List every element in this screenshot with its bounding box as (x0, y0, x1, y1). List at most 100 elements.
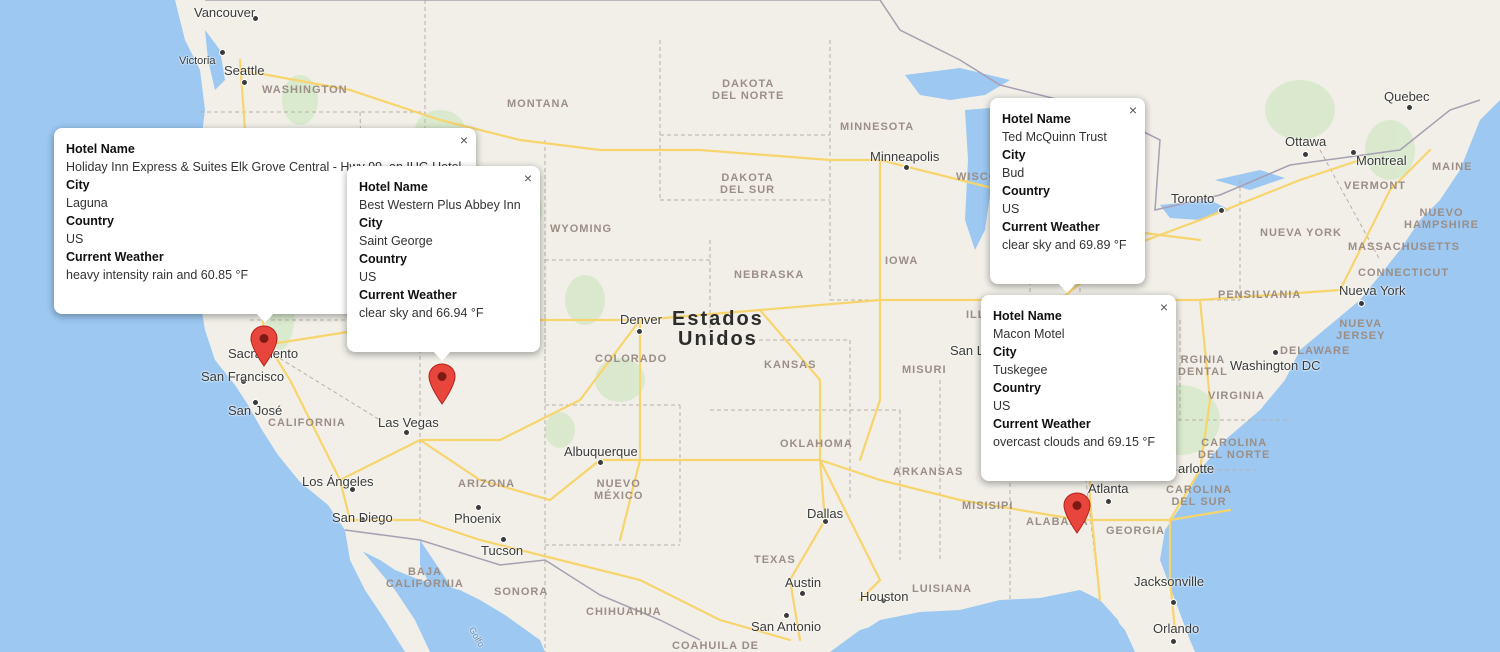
city-dot (636, 328, 643, 335)
country-label-line1: Estados (672, 308, 764, 330)
hotel-name-value: Macon Motel (993, 327, 1065, 341)
state-nuevo-mexico-l1: NUEVO (596, 478, 641, 490)
city-austin: Austin (785, 575, 822, 590)
hotel-name-label: Hotel Name (993, 309, 1062, 323)
hotel-name-value: Ted McQuinn Trust (1002, 130, 1107, 144)
city-victoria: Victoria (179, 55, 216, 67)
state-chihuahua: CHIHUAHUA (586, 606, 662, 618)
info-window: × Hotel Name Macon Motel City Tuskegee C… (981, 295, 1176, 481)
city-dot (1302, 151, 1309, 158)
map-marker-icon[interactable] (250, 325, 278, 367)
weather-value: overcast clouds and 69.15 °F (993, 435, 1156, 449)
state-maine: MAINE (1432, 161, 1473, 173)
state-minnesota: MINNESOTA (840, 121, 915, 133)
city-dot (597, 459, 604, 466)
country-value: US (359, 270, 377, 284)
state-washington: WASHINGTON (262, 84, 348, 96)
close-icon[interactable]: × (1129, 102, 1137, 118)
city-san-francisco: San Francisco (201, 369, 285, 384)
city-value: Saint George (359, 234, 433, 248)
state-dakota-del-norte: DAKOTA DEL NORTE (712, 78, 784, 102)
state-kansas: KANSAS (764, 359, 817, 371)
state-massachusetts: MASSACHUSETTS (1348, 241, 1461, 253)
city-san-diego: San Diego (332, 510, 393, 525)
hotel-name-label: Hotel Name (359, 180, 428, 194)
city-dot (403, 429, 410, 436)
city-dot (219, 49, 226, 56)
state-montana: MONTANA (507, 98, 570, 110)
city-dot (1105, 498, 1112, 505)
state-oklahoma: OKLAHOMA (780, 438, 853, 450)
map-marker-icon[interactable] (1063, 492, 1091, 534)
country-label: Country (1002, 184, 1050, 198)
city-label: City (359, 216, 383, 230)
city-montreal: Montreal (1356, 153, 1407, 168)
city-dot (1358, 300, 1365, 307)
state-wv-l2: DENTAL (1178, 366, 1228, 378)
close-icon[interactable]: × (524, 170, 532, 186)
close-icon[interactable]: × (460, 132, 468, 148)
city-dot (1406, 104, 1413, 111)
country-value: US (1002, 202, 1020, 216)
country-label: Country (359, 252, 407, 266)
state-nj-l1: NUEVA (1339, 318, 1383, 330)
state-baja-l2: CALIFORNIA (386, 578, 464, 590)
hotel-name-value: Best Western Plus Abbey Inn (359, 198, 521, 212)
hotel-name-label: Hotel Name (66, 142, 135, 156)
state-coahuila: COAHUILA DE (672, 640, 759, 652)
state-sonora: SONORA (494, 586, 549, 598)
city-san-jose: San José (228, 403, 283, 418)
state-nuevo-mexico-l2: MÉXICO (594, 490, 644, 502)
state-misuri: MISURI (902, 364, 947, 376)
state-dakota-norte-l1: DAKOTA (722, 78, 775, 90)
state-arizona: ARIZONA (458, 478, 516, 490)
info-window-tail (433, 351, 451, 361)
weather-value: clear sky and 66.94 °F (359, 306, 484, 320)
city-orlando: Orlando (1153, 621, 1200, 636)
state-wv-l1: RGINIA (1180, 354, 1226, 366)
info-window-tail (256, 313, 274, 323)
city-los-angeles: Los Ángeles (302, 474, 374, 489)
city-san-antonio: San Antonio (751, 619, 822, 634)
state-wyoming: WYOMING (550, 223, 612, 235)
state-colorado: COLORADO (595, 353, 668, 365)
state-nuevo-hampshire: NUEVO HAMPSHIRE (1404, 207, 1479, 231)
state-dakota-sur-l2: DEL SUR (720, 184, 776, 196)
info-window: × Hotel Name Best Western Plus Abbey Inn… (347, 166, 540, 352)
city-dot (241, 79, 248, 86)
weather-label: Current Weather (359, 288, 457, 302)
weather-label: Current Weather (993, 417, 1091, 431)
state-nc-l1: CAROLINA (1201, 437, 1268, 449)
state-dakota-sur-l1: DAKOTA (721, 172, 774, 184)
info-window-tail (1058, 283, 1076, 293)
state-pensilvania: PENSILVANIA (1218, 289, 1302, 301)
state-carolina-del-sur: CAROLINA DEL SUR (1166, 484, 1232, 508)
city-dot (500, 536, 507, 543)
state-vermont: VERMONT (1344, 180, 1406, 192)
state-iowa: IOWA (885, 255, 919, 267)
weather-value: clear sky and 69.89 °F (1002, 238, 1127, 252)
state-nc-l2: DEL NORTE (1198, 449, 1271, 461)
state-nueva-jersey: NUEVA JERSEY (1336, 318, 1385, 342)
state-georgia: GEORGIA (1106, 525, 1165, 537)
city-value: Tuskegee (993, 363, 1048, 377)
state-sc-l1: CAROLINA (1166, 484, 1233, 496)
state-dakota-del-sur: DAKOTA DEL SUR (720, 172, 775, 196)
city-dot (903, 164, 910, 171)
state-nuevo-mexico: NUEVO MÉXICO (594, 478, 643, 502)
map-marker-icon[interactable] (428, 363, 456, 405)
close-icon[interactable]: × (1160, 299, 1168, 315)
city-dot (799, 590, 806, 597)
city-ottawa: Ottawa (1285, 134, 1327, 149)
state-connecticut: CONNECTICUT (1358, 267, 1450, 279)
city-tucson: Tucson (481, 543, 524, 558)
state-luisiana: LUISIANA (912, 583, 972, 595)
city-atlanta: Atlanta (1088, 481, 1129, 496)
city-quebec: Quebec (1384, 89, 1430, 104)
city-phoenix: Phoenix (454, 511, 501, 526)
city-dot (783, 612, 790, 619)
state-dakota-norte-l2: DEL NORTE (712, 90, 785, 102)
city-minneapolis: Minneapolis (870, 149, 940, 164)
state-sc-l2: DEL SUR (1171, 496, 1227, 508)
state-virginia-occidental: RGINIA DENTAL (1178, 354, 1228, 378)
